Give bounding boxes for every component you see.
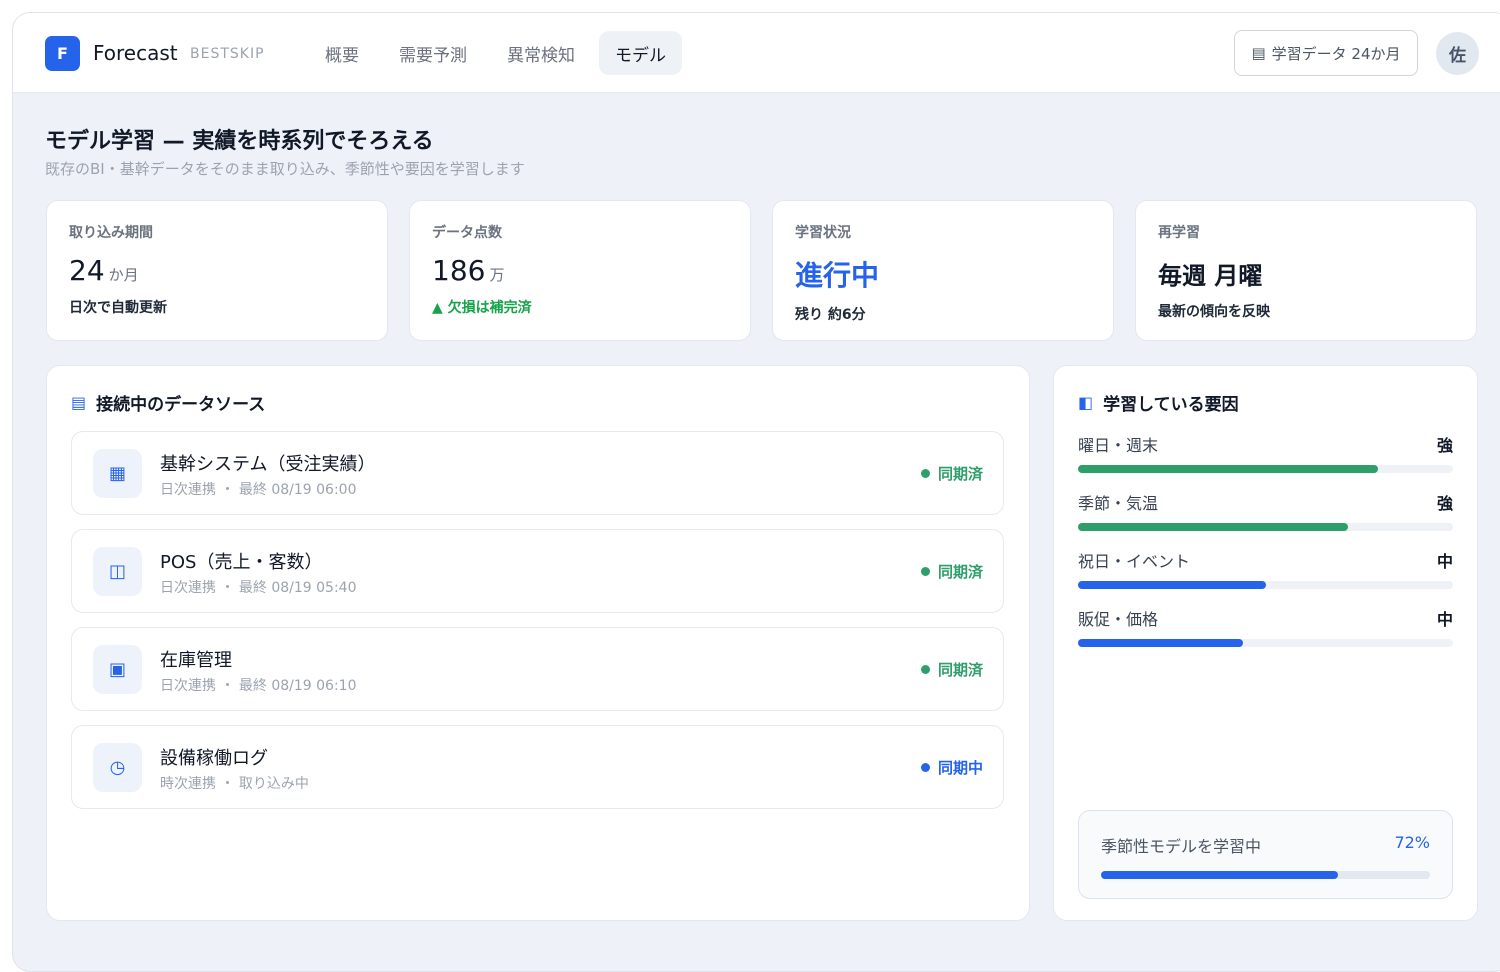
main-nav: 概要 需要予測 異常検知 モデル: [309, 31, 682, 75]
status-label: 同期済: [937, 661, 983, 679]
stat-card-training-status: 学習状況 進行中 残り 約6分: [772, 200, 1114, 341]
progress-bar-track: [1101, 871, 1430, 879]
status-badge: 同期済: [920, 463, 983, 484]
stat-value: 24 か月: [69, 254, 365, 287]
list-icon: ▤: [71, 393, 87, 412]
status-badge: 同期中: [920, 757, 983, 778]
factor-bar-track: [1078, 581, 1453, 589]
factor-bar-fill: [1078, 523, 1348, 531]
brand-name: Forecast: [93, 41, 178, 65]
brand-logo[interactable]: F: [45, 36, 80, 71]
avatar[interactable]: 佐: [1436, 32, 1479, 75]
tab-model[interactable]: モデル: [599, 31, 682, 75]
factor-season: 季節・気温 強: [1078, 490, 1453, 531]
brand-subtitle: BESTSKIP: [190, 46, 265, 62]
stat-card-data-points: データ点数 186 万 ▲ 欠損は補完済: [409, 200, 751, 341]
factor-level: 中: [1436, 610, 1453, 629]
status-label: 同期済: [937, 465, 983, 483]
stat-number: 186: [432, 254, 486, 287]
factors-panel: ◧ 学習している要因 曜日・週末 強 季節・気温 強 祝日・イベント 中 販促・…: [1053, 365, 1478, 921]
tab-overview[interactable]: 概要: [309, 31, 375, 75]
datasource-title-label: 接続中のデータソース: [96, 395, 266, 415]
stat-unit: 万: [489, 266, 505, 284]
stat-number: 24: [69, 254, 105, 287]
datasource-item-pos[interactable]: ◫ POS（売上・客数） 日次連携 ・ 最終 08/19 05:40 同期済: [71, 529, 1004, 613]
factor-bar-track: [1078, 523, 1453, 531]
status-label: 同期中: [937, 759, 983, 777]
status-label: 同期済: [937, 563, 983, 581]
top-header: F Forecast BESTSKIP 概要 需要予測 異常検知 モデル ▤ 学…: [13, 13, 1500, 93]
factor-name: 季節・気温: [1078, 494, 1159, 513]
factor-level: 強: [1436, 494, 1453, 513]
status-badge: 同期済: [920, 561, 983, 582]
training-progress-card: 季節性モデルを学習中 72%: [1078, 810, 1453, 899]
box-icon: ▣: [93, 645, 142, 694]
status-badge: 同期済: [920, 659, 983, 680]
datasource-item-core-system[interactable]: ▦ 基幹システム（受注実績） 日次連携 ・ 最終 08/19 06:00 同期済: [71, 431, 1004, 515]
factors-title-label: 学習している要因: [1103, 395, 1239, 415]
datasource-meta: 日次連携 ・ 最終 08/19 05:40: [160, 580, 357, 596]
factor-name: 販促・価格: [1078, 610, 1159, 629]
factor-weekday: 曜日・週末 強: [1078, 432, 1453, 473]
factors-panel-title: ◧ 学習している要因: [1078, 390, 1239, 415]
status-dot-icon: [920, 665, 930, 674]
page-title: モデル学習 — 実績を時系列でそろえる: [45, 129, 434, 154]
factor-bar-fill: [1078, 581, 1266, 589]
datasource-meta: 時次連携 ・ 取り込み中: [160, 776, 309, 792]
stat-card-import-period: 取り込み期間 24 か月 日次で自動更新: [46, 200, 388, 341]
factor-promotion: 販促・価格 中: [1078, 606, 1453, 647]
factor-bar-track: [1078, 639, 1453, 647]
progress-percent: 72%: [1394, 833, 1430, 852]
factor-bar-fill: [1078, 639, 1243, 647]
tab-demand-forecast[interactable]: 需要予測: [383, 31, 483, 75]
factor-bar-track: [1078, 465, 1453, 473]
datasource-name: POS（売上・客数）: [160, 552, 323, 573]
stat-note: ▲ 欠損は補完済: [432, 300, 532, 316]
factor-bar-fill: [1078, 465, 1378, 473]
clock-icon: ◷: [93, 743, 142, 792]
app-frame: F Forecast BESTSKIP 概要 需要予測 異常検知 モデル ▤ 学…: [12, 12, 1500, 972]
training-data-button[interactable]: ▤ 学習データ 24か月: [1234, 30, 1418, 76]
status-dot-icon: [920, 469, 930, 478]
tab-anomaly-detection[interactable]: 異常検知: [491, 31, 591, 75]
factor-holiday: 祝日・イベント 中: [1078, 548, 1453, 589]
datasource-panel-title: ▤ 接続中のデータソース: [71, 390, 265, 415]
stat-note: 残り 約6分: [795, 307, 866, 323]
factor-level: 強: [1436, 436, 1453, 455]
list-icon: ▤: [1251, 44, 1266, 62]
factor-name: 祝日・イベント: [1078, 552, 1191, 571]
stat-label: 取り込み期間: [69, 225, 153, 241]
progress-bar-fill: [1101, 871, 1338, 879]
grid-icon: ▦: [93, 449, 142, 498]
stat-note: 日次で自動更新: [69, 300, 167, 316]
stat-card-retraining: 再学習 毎週 月曜 最新の傾向を反映: [1135, 200, 1477, 341]
columns-icon: ◫: [93, 547, 142, 596]
page-subtitle: 既存のBI・基幹データをそのまま取り込み、季節性や要因を学習します: [45, 160, 525, 178]
datasource-meta: 日次連携 ・ 最終 08/19 06:10: [160, 678, 357, 694]
progress-label: 季節性モデルを学習中: [1101, 837, 1262, 856]
datasource-meta: 日次連携 ・ 最終 08/19 06:00: [160, 482, 357, 498]
stat-value: 毎週 月曜: [1158, 262, 1263, 290]
datasource-name: 在庫管理: [160, 650, 232, 671]
datasource-item-equipment-log[interactable]: ◷ 設備稼働ログ 時次連携 ・ 取り込み中 同期中: [71, 725, 1004, 809]
factor-level: 中: [1436, 552, 1453, 571]
stat-unit: か月: [108, 266, 139, 284]
status-dot-icon: [920, 763, 930, 772]
stat-label: 再学習: [1158, 225, 1200, 241]
stat-label: データ点数: [432, 225, 502, 241]
status-dot-icon: [920, 567, 930, 576]
datasource-name: 基幹システム（受注実績）: [160, 454, 376, 475]
stat-note: 最新の傾向を反映: [1158, 304, 1270, 320]
stat-label: 学習状況: [795, 225, 851, 241]
stat-value: 186 万: [432, 254, 728, 287]
datasource-panel: ▤ 接続中のデータソース ▦ 基幹システム（受注実績） 日次連携 ・ 最終 08…: [46, 365, 1030, 921]
stat-value: 進行中: [795, 259, 880, 292]
factor-name: 曜日・週末: [1078, 436, 1159, 455]
training-data-label: 学習データ 24か月: [1271, 44, 1401, 63]
datasource-item-inventory[interactable]: ▣ 在庫管理 日次連携 ・ 最終 08/19 06:10 同期済: [71, 627, 1004, 711]
datasource-name: 設備稼働ログ: [160, 748, 268, 769]
half-square-icon: ◧: [1078, 393, 1094, 412]
